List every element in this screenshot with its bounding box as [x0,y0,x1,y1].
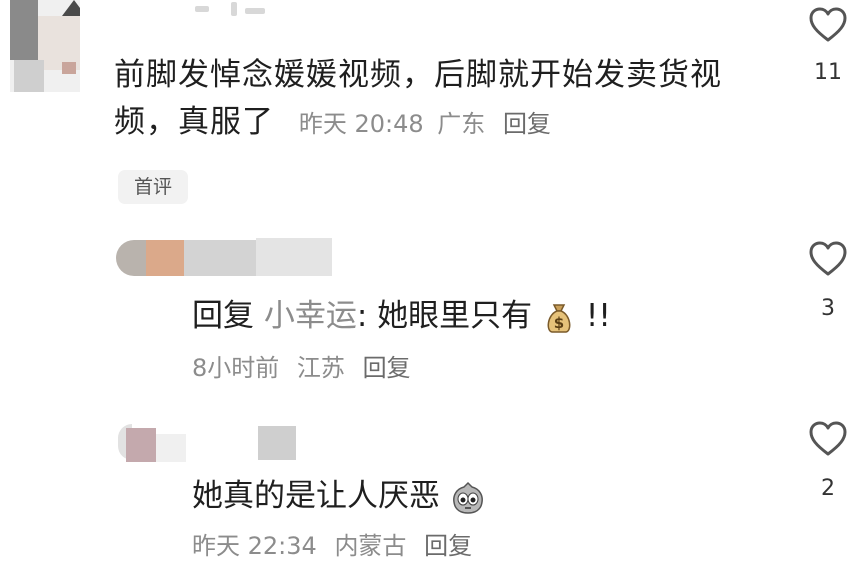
reply-meta: 8小时前 江苏 回复 [192,348,411,383]
comment-location: 江苏 [296,354,345,382]
reply-comment-text: 回复 小幸运: 她眼里只有 $ !! [192,290,611,335]
like-count: 2 [821,476,835,501]
comment-location: 内蒙古 [334,532,407,560]
reply-button[interactable]: 回复 [503,110,551,138]
avatar[interactable] [10,0,80,92]
username-blurred[interactable] [195,2,265,16]
comment-location: 广东 [437,110,486,138]
comment-text: 前脚发悼念媛媛视频，后脚就开始发卖货视 频，真服了 昨天 20:48 广东 回复 [114,52,754,148]
reply-prefix: 回复 [192,298,254,334]
like-count: 3 [821,296,835,321]
reply-button[interactable]: 回复 [363,354,411,382]
comment-time: 8小时前 [192,354,280,382]
comment-text-line2: 频，真服了 [114,104,274,140]
angry-face-emoji [452,481,483,514]
reply-suffix: !! [576,298,611,334]
like-heart-icon[interactable] [808,420,848,458]
reply-avatar[interactable] [116,236,332,276]
comment-meta: 昨天 22:34 内蒙古 回复 [192,526,472,561]
reply-body: : 她眼里只有 [356,298,533,334]
comment-time: 昨天 20:48 [298,110,424,138]
comment-text: 她真的是让人厌恶 [192,470,486,516]
like-count: 11 [814,60,842,85]
avatar[interactable] [118,420,298,462]
comment-text-line1: 前脚发悼念媛媛视频，后脚就开始发卖货视 [114,57,722,93]
reply-button[interactable]: 回复 [424,532,472,560]
money-bag-emoji: $ [547,303,571,333]
reply-to-username[interactable]: 小幸运 [264,298,357,334]
comment-body: 她真的是让人厌恶 [192,478,440,514]
comment-time: 昨天 22:34 [192,532,317,560]
first-comment-badge: 首评 [118,170,188,204]
like-heart-icon[interactable] [808,240,848,278]
like-heart-icon[interactable] [808,6,848,44]
svg-text:$: $ [554,314,564,332]
